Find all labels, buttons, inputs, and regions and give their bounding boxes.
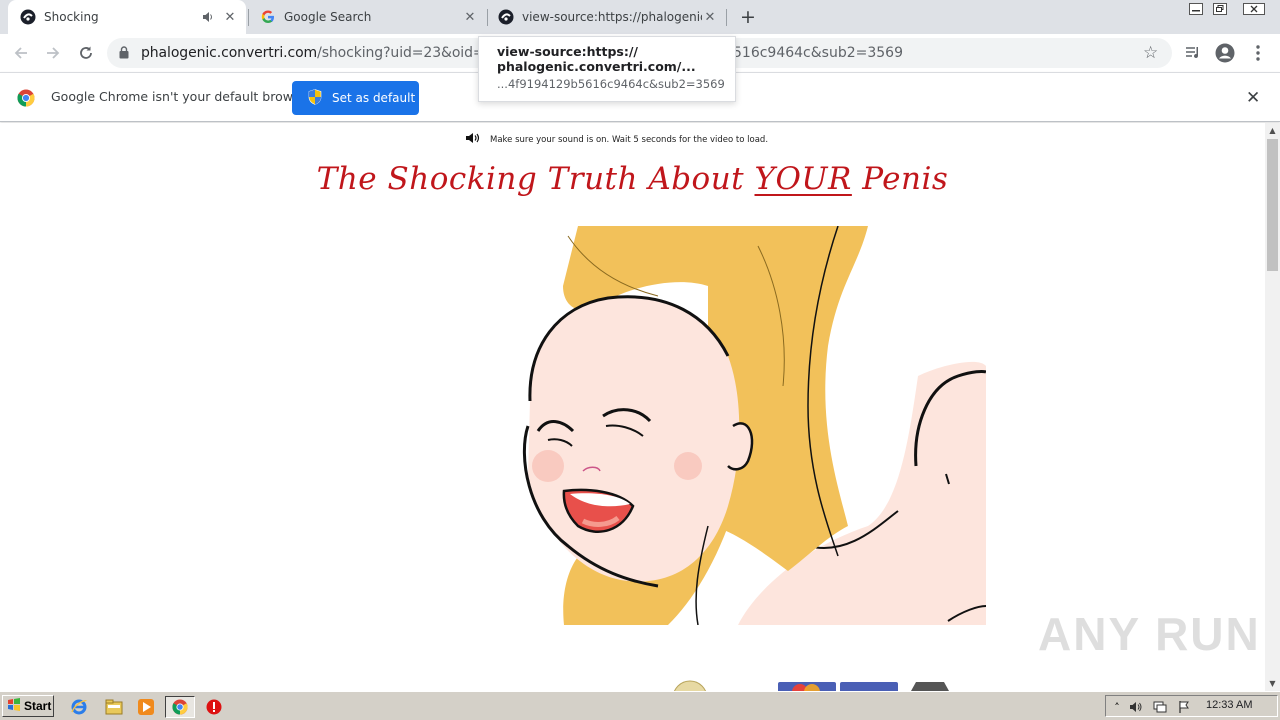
- minimize-button[interactable]: [1184, 0, 1208, 18]
- tab-separator: [726, 9, 727, 26]
- system-tray: ˄ 12:33 AM: [1105, 695, 1278, 717]
- google-icon: [260, 9, 276, 25]
- tab-google-search[interactable]: Google Search ✕: [248, 0, 486, 34]
- close-infobar-icon[interactable]: ✕: [1246, 88, 1260, 108]
- stop-icon[interactable]: [203, 696, 225, 718]
- page-content: Make sure your sound is on. Wait 5 secon…: [0, 123, 1265, 691]
- tab-view-source[interactable]: view-source:https://phalogenic.conv ✕: [486, 0, 726, 34]
- restore-button[interactable]: [1208, 0, 1232, 18]
- video-illustration[interactable]: [508, 226, 986, 625]
- ie-icon[interactable]: [68, 696, 90, 718]
- forward-button[interactable]: [41, 41, 65, 65]
- chrome-menu-icon[interactable]: [1248, 43, 1268, 63]
- chrome-icon[interactable]: [165, 696, 195, 718]
- reload-button[interactable]: [74, 41, 98, 65]
- uac-shield-icon: [308, 88, 322, 108]
- trust-badges: [673, 680, 949, 691]
- sound-notice-text: Make sure your sound is on. Wait 5 secon…: [490, 134, 769, 145]
- headline-emphasis: YOUR: [754, 161, 852, 197]
- convertri-icon: [498, 9, 514, 25]
- windows-taskbar: Start ˄ 12:33 AM: [0, 691, 1280, 720]
- media-control-icon[interactable]: [1183, 43, 1203, 63]
- close-tab-icon[interactable]: ✕: [462, 9, 478, 25]
- tooltip-line-2: phalogenic.convertri.com/...: [497, 59, 696, 74]
- network-icon[interactable]: [1152, 699, 1168, 715]
- headline-part-2: Penis: [851, 161, 949, 197]
- scroll-thumb[interactable]: [1267, 139, 1278, 271]
- taskbar-clock[interactable]: 12:33 AM: [1206, 699, 1252, 711]
- speaker-icon: [465, 132, 482, 147]
- back-button[interactable]: [9, 41, 33, 65]
- page-headline: The Shocking Truth About YOUR Penis: [0, 161, 1265, 197]
- tab-strip: Shocking ✕ Google Search ✕ view-source:h…: [0, 0, 1280, 34]
- windows-flag-icon: [7, 698, 21, 714]
- tooltip-line-3: ...4f9194129b5616c9464c&sub2=3569: [497, 77, 725, 91]
- url-tail: 516c9464c&sub2=3569: [733, 45, 903, 61]
- convertri-icon: [20, 9, 36, 25]
- scroll-up-arrow-icon[interactable]: ▲: [1265, 123, 1280, 138]
- new-tab-button[interactable]: +: [737, 6, 759, 28]
- tooltip-line-1: view-source:https://: [497, 44, 638, 59]
- start-button[interactable]: Start: [2, 695, 54, 717]
- media-player-icon[interactable]: [135, 696, 157, 718]
- headline-part-1: The Shocking Truth About: [316, 161, 755, 197]
- url-host: phalogenic.convertri.com: [141, 45, 318, 61]
- tab-hover-tooltip: view-source:https:// phalogenic.convertr…: [478, 36, 736, 102]
- volume-icon[interactable]: [1128, 699, 1144, 715]
- tab-title: view-source:https://phalogenic.conv: [522, 10, 702, 24]
- lock-icon[interactable]: [119, 46, 129, 62]
- action-center-flag-icon[interactable]: [1176, 699, 1192, 715]
- tab-title: Shocking: [44, 10, 99, 24]
- profile-avatar-icon[interactable]: [1215, 43, 1235, 63]
- page-scrollbar[interactable]: ▲ ▼: [1265, 123, 1280, 691]
- start-label: Start: [24, 699, 52, 713]
- set-as-default-label: Set as default: [332, 91, 416, 105]
- audio-playing-icon[interactable]: [200, 9, 216, 25]
- tab-title: Google Search: [284, 10, 372, 24]
- explorer-icon[interactable]: [103, 696, 125, 718]
- set-as-default-button[interactable]: Set as default: [292, 81, 419, 115]
- chrome-logo-icon: [17, 89, 35, 110]
- bookmark-star-icon[interactable]: ☆: [1143, 43, 1158, 63]
- infobar-message: Google Chrome isn't your default browser: [51, 89, 313, 104]
- close-tab-icon[interactable]: ✕: [702, 9, 718, 25]
- tray-expand-icon[interactable]: ˄: [1109, 699, 1125, 715]
- url-text: phalogenic.convertri.com/shocking?uid=23…: [141, 45, 526, 61]
- tab-shocking[interactable]: Shocking ✕: [8, 0, 246, 34]
- close-window-button[interactable]: [1240, 0, 1268, 18]
- sound-notice: Make sure your sound is on. Wait 5 secon…: [465, 132, 768, 147]
- scroll-down-arrow-icon[interactable]: ▼: [1265, 676, 1280, 691]
- anyrun-watermark: ANY RUN: [1038, 608, 1261, 660]
- close-tab-icon[interactable]: ✕: [222, 9, 238, 25]
